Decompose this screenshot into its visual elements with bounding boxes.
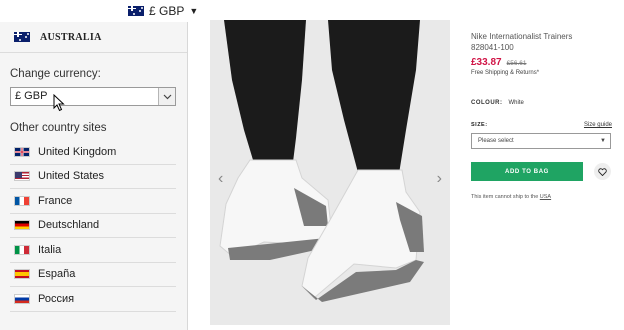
country-label: United States xyxy=(38,170,105,183)
price-row: £33.87 £56.61 xyxy=(471,57,614,68)
country-item-es[interactable]: España xyxy=(10,263,176,287)
country-label: Deutschland xyxy=(38,219,100,232)
flag-uk-icon xyxy=(14,146,30,157)
country-item-uk[interactable]: United Kingdom xyxy=(10,140,176,165)
product-price: £33.87 xyxy=(471,57,502,68)
mouse-pointer-icon xyxy=(53,94,65,112)
size-label: SIZE: xyxy=(471,122,488,128)
flag-ru-icon xyxy=(14,293,30,304)
flag-fr-icon xyxy=(14,195,30,206)
country-item-de[interactable]: Deutschland xyxy=(10,214,176,238)
size-select-value: Please select xyxy=(478,138,514,144)
currency-toggle[interactable]: £ GBP ▼ xyxy=(128,4,198,18)
colour-value: White xyxy=(508,100,524,106)
caret-down-icon: ▼ xyxy=(600,138,606,144)
ship-note-text: This item cannot ship to the xyxy=(471,194,540,200)
product-old-price: £56.61 xyxy=(506,60,527,67)
flag-es-icon xyxy=(14,269,30,280)
country-item-ru[interactable]: Россия xyxy=(10,287,176,312)
flag-it-icon xyxy=(14,244,30,255)
product-photo xyxy=(210,20,450,325)
country-item-us[interactable]: United States xyxy=(10,165,176,189)
size-select[interactable]: Please select ▼ xyxy=(471,133,611,149)
currency-toggle-label: £ GBP xyxy=(149,4,185,18)
flag-de-icon xyxy=(14,220,30,231)
current-country-label: AUSTRALIA xyxy=(40,31,102,43)
product-details: Nike Internationalist Trainers 828041-10… xyxy=(471,31,614,200)
add-to-bag-button[interactable]: ADD TO BAG xyxy=(471,162,583,181)
currency-select[interactable]: £ GBP xyxy=(10,87,176,106)
product-image: ‹ › xyxy=(210,20,450,325)
product-name: Nike Internationalist Trainers xyxy=(471,32,573,41)
heart-icon xyxy=(598,167,607,176)
caret-down-icon: ▼ xyxy=(189,6,199,16)
product-code: 828041-100 xyxy=(471,43,514,52)
country-label: España xyxy=(38,268,76,281)
country-label: United Kingdom xyxy=(38,145,117,158)
country-item-fr[interactable]: France xyxy=(10,189,176,214)
country-label: Россия xyxy=(38,292,75,305)
flag-au-icon xyxy=(128,6,144,16)
currency-country-panel: AUSTRALIA Change currency: £ GBP Other c… xyxy=(0,22,188,330)
chevron-down-icon[interactable] xyxy=(158,88,175,105)
current-country: AUSTRALIA xyxy=(0,22,187,53)
top-bar: £ GBP ▼ xyxy=(0,0,624,22)
colour-label: COLOUR: xyxy=(471,100,503,106)
country-label: Italia xyxy=(38,243,62,256)
save-for-later-button[interactable] xyxy=(594,163,611,180)
chevron-right-icon[interactable]: › xyxy=(437,170,442,188)
country-label: France xyxy=(38,194,73,207)
ship-note-country-link[interactable]: USA xyxy=(540,194,551,200)
currency-select-value: £ GBP xyxy=(15,90,48,102)
flag-au-icon xyxy=(14,32,30,42)
other-country-sites-label: Other country sites xyxy=(10,122,107,134)
colour-row: COLOUR: White xyxy=(471,100,524,106)
country-item-it[interactable]: Italia xyxy=(10,238,176,263)
country-list: United Kingdom United States France Deut… xyxy=(10,140,176,312)
shipping-returns-link[interactable]: Free Shipping & Returns* xyxy=(471,70,614,76)
size-guide-link[interactable]: Size guide xyxy=(584,122,612,128)
size-row: SIZE: Size guide xyxy=(471,122,612,128)
chevron-left-icon[interactable]: ‹ xyxy=(218,170,223,188)
shipping-restriction-note: This item cannot ship to the USA xyxy=(471,194,551,200)
flag-us-icon xyxy=(14,171,30,182)
change-currency-label: Change currency: xyxy=(10,68,101,80)
